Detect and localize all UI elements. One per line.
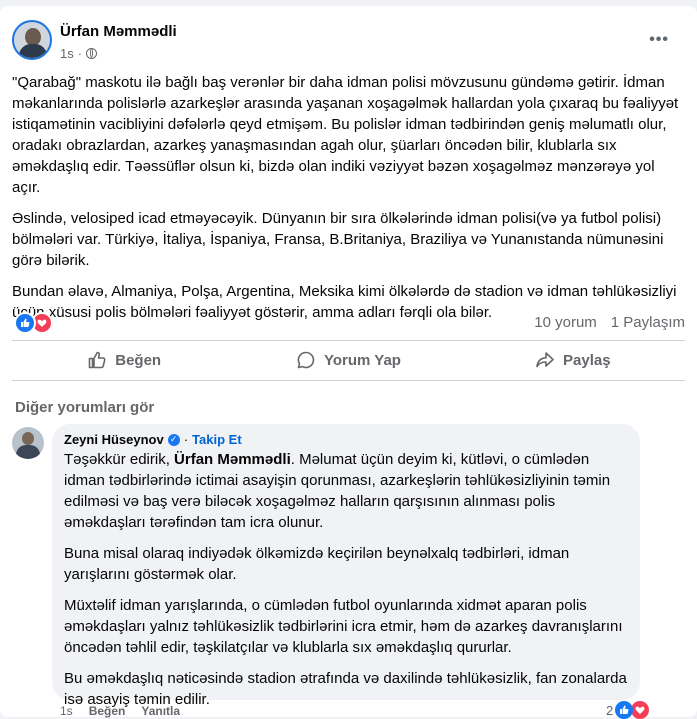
comment-reaction-summary[interactable]: 2 (606, 701, 650, 719)
thumbs-up-icon (88, 351, 106, 369)
post-card: Ürfan Məmmədli 1s · ••• "Qarabağ" maskot… (0, 6, 697, 719)
divider (12, 380, 685, 381)
post-time[interactable]: 1s (60, 46, 74, 61)
avatar-face (22, 432, 34, 445)
avatar-body (16, 445, 40, 459)
love-reaction-icon (631, 701, 650, 719)
post-paragraph: "Qarabağ" maskotu ilə bağlı baş verənlər… (12, 74, 679, 196)
meta-dot: · (77, 46, 83, 61)
post-body: "Qarabağ" maskotu ilə bağlı baş verənlər… (12, 72, 684, 333)
author-avatar[interactable] (12, 20, 52, 60)
comment-paragraph: Buna misal olaraq indiyədək ölkəmizdə ke… (64, 545, 570, 583)
share-button-label: Paylaş (563, 351, 611, 369)
globe-icon (86, 48, 98, 59)
comment-reply-button[interactable]: Yanıtla (141, 704, 180, 718)
post-meta: 1s · (60, 46, 98, 61)
post-actions-bar: Beğen Yorum Yap Paylaş (12, 340, 685, 380)
comment-paragraph: Müxtəlif idman yarışlarında, o cümlədən … (64, 597, 623, 656)
commenter-name[interactable]: Zeyni Hüseynov (64, 432, 164, 447)
follow-button[interactable]: Takip Et (192, 432, 242, 447)
comment-reaction-count: 2 (606, 702, 614, 718)
like-button-label: Beğen (115, 351, 162, 369)
commenter-avatar[interactable] (12, 427, 44, 459)
comment-paragraph: Təşəkkür edirik, Ürfan Məmmədli. Məlumat… (64, 449, 628, 533)
share-button[interactable]: Paylaş (461, 350, 685, 370)
header-separator: · (183, 432, 189, 447)
comment-intro: Təşəkkür edirik, (64, 451, 170, 468)
share-icon (536, 352, 554, 368)
comment-bubble: Zeyni Hüseynov ✓ · Takip Et Təşəkkür edi… (52, 424, 640, 708)
comment-time[interactable]: 1s (60, 704, 73, 718)
comment-footer: 1s Beğen Yanıtla (60, 704, 180, 718)
comment-icon (297, 351, 315, 369)
engagement-counts: 10 yorum 1 Paylaşım (534, 314, 685, 331)
shares-count[interactable]: 1 Paylaşım (611, 314, 685, 331)
like-button[interactable]: Beğen (12, 350, 236, 370)
comment-header: Zeyni Hüseynov ✓ · Takip Et (64, 432, 628, 447)
comments-count[interactable]: 10 yorum (534, 314, 597, 331)
comment-button-label: Yorum Yap (324, 351, 401, 369)
avatar-body (19, 44, 47, 58)
mention-link[interactable]: Ürfan Məmmədli (174, 451, 291, 468)
post-paragraph: Əslində, velosiped icad etməyəcəyik. Dün… (12, 210, 664, 269)
comment-body: Təşəkkür edirik, Ürfan Məmmədli. Məlumat… (64, 449, 628, 710)
see-more-comments-link[interactable]: Diğer yorumları gör (15, 399, 154, 416)
reaction-summary[interactable] (14, 312, 53, 334)
like-reaction-icon (14, 312, 36, 334)
comment-button[interactable]: Yorum Yap (236, 350, 460, 370)
verified-badge-icon: ✓ (167, 433, 180, 446)
more-options-icon[interactable]: ••• (649, 31, 669, 49)
like-reaction-icon (615, 701, 634, 719)
post-author-name[interactable]: Ürfan Məmmədli (60, 23, 177, 40)
comment-like-button[interactable]: Beğen (89, 704, 126, 718)
